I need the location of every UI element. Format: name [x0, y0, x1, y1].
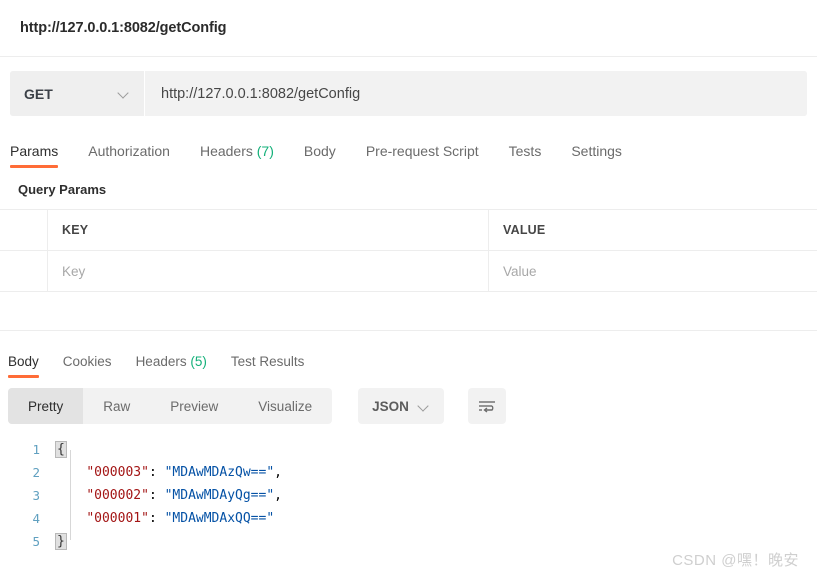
chevron-down-icon	[119, 88, 130, 99]
param-value-input[interactable]: Value	[489, 251, 817, 291]
table-row: Key Value	[0, 250, 817, 291]
url-input[interactable]: http://127.0.0.1:8082/getConfig	[145, 71, 807, 116]
tab-authorization[interactable]: Authorization	[88, 143, 170, 168]
tab-pre-request-script[interactable]: Pre-request Script	[366, 143, 479, 168]
column-header-value: VALUE	[489, 210, 817, 250]
response-body-code-viewer[interactable]: 1 { 2 "000003": "MDAwMDAzQw==", 3 "00000…	[0, 438, 817, 553]
table-header-row: KEY VALUE	[0, 210, 817, 250]
response-tab-body[interactable]: Body	[8, 354, 39, 378]
code-line: 2 "000003": "MDAwMDAzQw==",	[0, 461, 817, 484]
tab-tests[interactable]: Tests	[509, 143, 542, 168]
response-tab-headers[interactable]: Headers (5)	[136, 354, 207, 378]
view-mode-raw-label: Raw	[103, 398, 131, 414]
view-mode-preview[interactable]: Preview	[150, 388, 238, 424]
json-comma: ,	[274, 488, 282, 503]
view-mode-visualize[interactable]: Visualize	[238, 388, 332, 424]
response-tab-headers-label: Headers	[135, 354, 187, 369]
view-mode-pretty-label: Pretty	[28, 398, 64, 414]
response-format-selector[interactable]: JSON	[358, 388, 444, 424]
watermark: CSDN @嘿！晚安	[672, 552, 799, 569]
tab-body[interactable]: Body	[304, 143, 336, 168]
code-line-content: "000002": "MDAwMDAyQg==",	[52, 488, 282, 503]
json-key: "000003"	[86, 465, 149, 480]
column-header-key: KEY	[48, 210, 489, 250]
response-tab-cookies[interactable]: Cookies	[63, 354, 112, 378]
response-tab-cookies-label: Cookies	[62, 354, 112, 369]
line-number: 4	[32, 511, 40, 526]
param-key-placeholder: Key	[62, 263, 86, 279]
view-mode-visualize-label: Visualize	[258, 398, 313, 414]
word-wrap-icon	[478, 401, 495, 413]
json-value: "MDAwMDAyQg=="	[164, 488, 275, 503]
line-number: 2	[32, 465, 40, 480]
json-colon: :	[148, 465, 165, 480]
json-key: "000001"	[86, 511, 149, 526]
row-checkbox-cell[interactable]	[0, 251, 48, 291]
json-colon: :	[148, 488, 165, 503]
word-wrap-toggle-button[interactable]	[467, 388, 506, 424]
tab-headers-label: Headers	[199, 143, 253, 159]
json-key: "000002"	[86, 488, 149, 503]
response-tab-test-results-label: Test Results	[230, 354, 305, 369]
json-value: "MDAwMDAzQw=="	[164, 465, 275, 480]
view-mode-segmented-control: Pretty Raw Preview Visualize	[8, 388, 333, 424]
tab-params[interactable]: Params	[10, 143, 59, 168]
request-title-bar: http://127.0.0.1:8082/getConfig	[0, 0, 817, 57]
tab-settings[interactable]: Settings	[571, 143, 622, 168]
tab-tests-label: Tests	[508, 143, 542, 159]
tab-pre-request-script-label: Pre-request Script	[365, 143, 479, 159]
request-title: http://127.0.0.1:8082/getConfig	[20, 20, 227, 36]
tab-authorization-label: Authorization	[88, 143, 170, 159]
query-params-heading: Query Params	[18, 182, 107, 197]
http-method-selector[interactable]: GET	[10, 71, 145, 116]
code-line-content: }	[52, 533, 67, 550]
open-brace: {	[55, 441, 67, 458]
response-tab-test-results[interactable]: Test Results	[231, 354, 305, 378]
view-mode-raw[interactable]: Raw	[83, 388, 150, 424]
chevron-down-icon	[419, 401, 430, 412]
request-tabs: Params Authorization Headers (7) Body Pr…	[0, 134, 817, 168]
code-line-content: "000003": "MDAwMDAzQw==",	[52, 465, 282, 480]
response-tab-body-label: Body	[8, 354, 39, 369]
column-header-value-label: VALUE	[503, 223, 546, 237]
tab-headers[interactable]: Headers (7)	[200, 143, 274, 168]
response-tabs: Body Cookies Headers (5) Test Results	[0, 331, 817, 378]
column-header-key-label: KEY	[62, 223, 89, 237]
json-colon: :	[148, 511, 165, 526]
param-value-placeholder: Value	[503, 263, 537, 279]
line-number: 1	[32, 442, 40, 457]
line-number: 3	[32, 488, 40, 503]
line-number: 5	[32, 534, 40, 549]
tab-params-label: Params	[10, 143, 59, 159]
url-input-value: http://127.0.0.1:8082/getConfig	[161, 85, 361, 102]
code-line-content: {	[52, 441, 67, 458]
json-comma: ,	[274, 465, 282, 480]
query-params-table: KEY VALUE Key Value	[0, 209, 817, 292]
response-body-toolbar: Pretty Raw Preview Visualize JSON	[0, 378, 817, 424]
close-brace: }	[55, 533, 67, 550]
code-line: 1 {	[0, 438, 817, 461]
tab-settings-label: Settings	[571, 143, 622, 159]
select-all-cell	[0, 210, 48, 250]
view-mode-pretty[interactable]: Pretty	[8, 388, 84, 424]
tab-body-label: Body	[303, 143, 336, 159]
view-mode-preview-label: Preview	[170, 398, 219, 414]
url-bar: GET http://127.0.0.1:8082/getConfig	[10, 71, 807, 116]
code-line-content: "000001": "MDAwMDAxQQ=="	[52, 511, 274, 526]
param-key-input[interactable]: Key	[48, 251, 489, 291]
code-line: 3 "000002": "MDAwMDAyQg==",	[0, 484, 817, 507]
code-line: 4 "000001": "MDAwMDAxQQ=="	[0, 507, 817, 530]
json-value: "MDAwMDAxQQ=="	[164, 511, 275, 526]
response-format-label: JSON	[372, 398, 409, 414]
tab-headers-count: (7)	[256, 143, 274, 159]
response-tab-headers-count: (5)	[190, 354, 207, 369]
http-method-label: GET	[24, 85, 53, 102]
